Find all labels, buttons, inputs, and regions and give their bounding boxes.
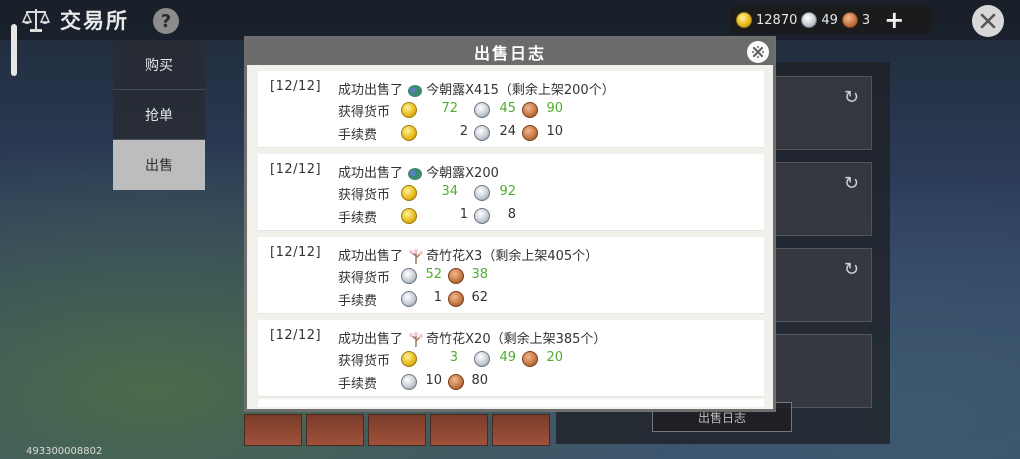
gold-coin-icon <box>401 185 417 201</box>
log-entry: [12/12] 成功出售了 奇竹花X3（剩余上架405个） 获得货币 52 38… <box>258 237 764 314</box>
fee-silver: 24 <box>499 124 516 139</box>
page-title: 交易所 <box>60 9 129 33</box>
fee-label: 手续费 <box>338 211 378 226</box>
help-button[interactable]: ? <box>153 8 179 34</box>
scales-icon <box>21 9 51 32</box>
earned-gold: 34 <box>441 184 458 199</box>
entry-action: 成功出售了 <box>338 166 404 181</box>
refresh-icon[interactable]: ↻ <box>844 259 859 280</box>
entry-text: 成功出售了 今朝露X200 <box>338 162 499 182</box>
sell-slot[interactable]: ↻ <box>774 76 872 150</box>
log-list[interactable]: [12/12] 成功出售了 今朝露X415（剩余上架200个） 获得货币 72 … <box>258 71 764 403</box>
close-icon <box>752 46 764 58</box>
fee-copper: 62 <box>471 290 488 305</box>
tab-buy[interactable]: 购买 <box>113 40 205 89</box>
entry-date: [12/12] <box>270 79 322 94</box>
inventory-item[interactable] <box>306 414 364 446</box>
entry-action: 成功出售了 <box>338 249 404 264</box>
entry-text: 成功出售了 奇竹花X3（剩余上架405个） <box>338 245 598 265</box>
bamboo-flower-icon <box>409 331 424 347</box>
close-icon <box>980 13 996 29</box>
gold-coin-icon <box>401 208 417 224</box>
earned-copper: 38 <box>471 267 488 282</box>
fee-silver: 1 <box>433 290 442 305</box>
silver-amount: 49 <box>821 12 838 28</box>
flower-bud-icon <box>408 167 423 180</box>
entry-date: [12/12] <box>270 162 322 177</box>
earned-silver: 45 <box>499 101 516 116</box>
entry-action: 成功出售了 <box>338 83 404 98</box>
log-entry: [12/12] 成功出售了 今朝露X415（剩余上架200个） 获得货币 72 … <box>258 71 764 148</box>
gold-coin-icon <box>401 102 417 118</box>
earned-gold: 72 <box>441 101 458 116</box>
entry-action: 成功出售了 <box>338 332 404 347</box>
gold-amount: 12870 <box>756 12 798 28</box>
add-currency-button[interactable]: + <box>884 8 904 32</box>
entry-date: [12/12] <box>270 328 322 343</box>
scroll-handle[interactable] <box>11 24 17 76</box>
sell-slot[interactable] <box>774 334 872 408</box>
earned-silver: 92 <box>499 184 516 199</box>
bamboo-flower-icon <box>409 248 424 264</box>
fee-copper: 10 <box>546 124 563 139</box>
dialog-title: 出售日志 <box>247 39 773 65</box>
entry-item: 奇竹花X3（剩余上架405个） <box>426 249 599 264</box>
sell-log-dialog: 出售日志 [12/12] 成功出售了 今朝露X415（剩余上架200个） 获得货… <box>244 36 776 412</box>
inventory-item[interactable] <box>430 414 488 446</box>
entry-text: 成功出售了 奇竹花X20（剩余上架385个） <box>338 328 606 348</box>
flower-bud-icon <box>408 84 423 97</box>
fee-gold: 2 <box>459 124 468 139</box>
earned-label: 获得货币 <box>338 354 391 369</box>
entry-date: [12/12] <box>270 245 322 260</box>
inventory-strip <box>244 414 550 446</box>
log-entry: [12/12] 成功出售了 今朝露X200 获得货币 34 92 手续费 1 8 <box>258 154 764 231</box>
side-nav: 购买 抢单 出售 <box>113 40 205 190</box>
fee-silver: 10 <box>425 373 442 388</box>
earned-gold: 3 <box>449 350 458 365</box>
copper-amount: 3 <box>861 12 871 28</box>
entry-item: 今朝露X415（剩余上架200个） <box>426 83 615 98</box>
log-entry: [12/12] 成功出售了 奇竹花X20（剩余上架385个） 获得货币 3 49… <box>258 320 764 397</box>
gold-coin-icon <box>736 12 752 28</box>
copper-coin-icon <box>841 12 858 28</box>
refresh-icon[interactable]: ↻ <box>844 173 859 194</box>
fee-silver: 8 <box>507 207 516 222</box>
dialog-close-button[interactable] <box>747 41 769 63</box>
inventory-item[interactable] <box>368 414 426 446</box>
inventory-item[interactable] <box>244 414 302 446</box>
gold-coin-icon <box>401 351 417 367</box>
fee-label: 手续费 <box>338 377 378 392</box>
tab-grab-order[interactable]: 抢单 <box>113 90 205 139</box>
inventory-item[interactable] <box>492 414 550 446</box>
fee-gold: 1 <box>459 207 468 222</box>
refresh-icon[interactable]: ↻ <box>844 87 859 108</box>
close-button[interactable] <box>972 5 1004 37</box>
entry-text: 成功出售了 今朝露X415（剩余上架200个） <box>338 79 615 99</box>
fee-copper: 80 <box>471 373 488 388</box>
earned-copper: 20 <box>546 350 563 365</box>
page-header: 交易所 <box>20 5 129 35</box>
earned-copper: 90 <box>546 101 563 116</box>
fee-label: 手续费 <box>338 128 378 143</box>
build-id: 493300008802 <box>26 446 103 457</box>
gold-coin-icon <box>401 125 417 141</box>
earned-silver: 52 <box>425 267 442 282</box>
currency-bar: 12870 49 3 + <box>730 6 932 34</box>
earned-label: 获得货币 <box>338 271 391 286</box>
earned-label: 获得货币 <box>338 105 391 120</box>
sell-slot[interactable]: ↻ <box>774 248 872 322</box>
sell-slot[interactable]: ↻ <box>774 162 872 236</box>
entry-item: 今朝露X200 <box>426 166 499 181</box>
log-entry-partial <box>258 399 764 407</box>
earned-label: 获得货币 <box>338 188 391 203</box>
fee-label: 手续费 <box>338 294 378 309</box>
tab-sell[interactable]: 出售 <box>113 140 205 190</box>
earned-silver: 49 <box>499 350 516 365</box>
silver-coin-icon <box>801 12 818 28</box>
entry-item: 奇竹花X20（剩余上架385个） <box>426 332 607 347</box>
